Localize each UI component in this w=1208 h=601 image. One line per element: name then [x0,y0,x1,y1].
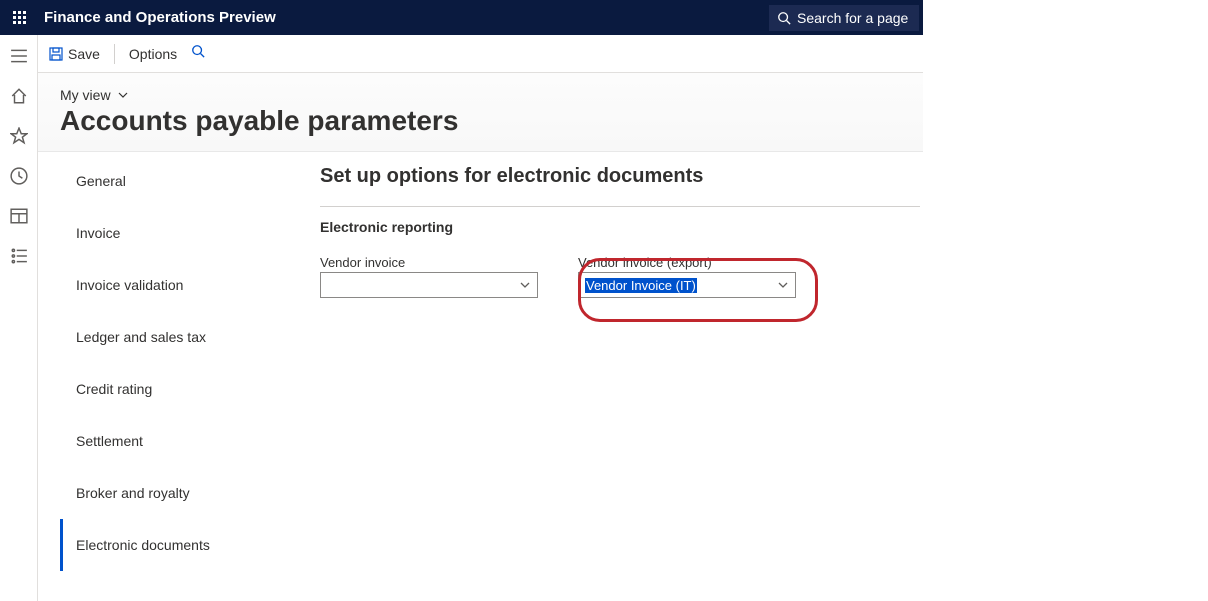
top-header: Finance and Operations Preview Search fo… [0,0,923,35]
subsection-title: Electronic reporting [320,219,920,235]
vendor-invoice-field: Vendor invoice [320,255,538,298]
action-search-button[interactable] [191,44,205,63]
left-rail [0,35,38,601]
section-divider [320,206,920,207]
search-icon [777,11,791,25]
nav-item-ledger-sales-tax[interactable]: Ledger and sales tax [60,311,310,363]
save-button[interactable]: Save [48,46,100,62]
menu-icon[interactable] [10,47,28,65]
section-title: Set up options for electronic documents [320,165,920,188]
vendor-invoice-label: Vendor invoice [320,255,538,270]
settings-nav: General Invoice Invoice validation Ledge… [60,155,310,571]
vendor-invoice-dropdown[interactable] [320,272,538,298]
my-view-label: My view [60,87,111,103]
nav-item-credit-rating[interactable]: Credit rating [60,363,310,415]
main-content: Set up options for electronic documents … [320,155,920,298]
search-icon [191,44,205,58]
field-row: Vendor invoice Vendor invoice (export) V… [320,255,920,298]
my-view-dropdown[interactable]: My view [60,87,923,103]
nav-item-invoice-validation[interactable]: Invoice validation [60,259,310,311]
search-placeholder: Search for a page [797,10,908,26]
chevron-down-icon [519,279,531,291]
nav-item-settlement[interactable]: Settlement [60,415,310,467]
nav-item-broker-royalty[interactable]: Broker and royalty [60,467,310,519]
vendor-invoice-export-field: Vendor invoice (export) Vendor Invoice (… [578,255,796,298]
home-icon[interactable] [10,87,28,105]
modules-icon[interactable] [10,247,28,265]
chevron-down-icon [777,279,789,291]
app-title: Finance and Operations Preview [44,9,276,26]
vendor-invoice-export-value: Vendor Invoice (IT) [585,278,697,293]
nav-item-electronic-documents[interactable]: Electronic documents [60,519,310,571]
waffle-icon [13,11,26,24]
nav-item-general[interactable]: General [60,155,310,207]
vendor-invoice-export-label: Vendor invoice (export) [578,255,796,270]
page-title: Accounts payable parameters [60,105,923,137]
action-divider [114,44,115,64]
workspace-icon[interactable] [10,207,28,225]
app-launcher-button[interactable] [0,0,38,35]
save-icon [48,46,64,62]
star-icon[interactable] [10,127,28,145]
save-label: Save [68,46,100,62]
chevron-down-icon [117,89,129,101]
vendor-invoice-export-dropdown[interactable]: Vendor Invoice (IT) [578,272,796,298]
options-button[interactable]: Options [129,46,177,62]
global-search-box[interactable]: Search for a page [769,5,919,31]
nav-item-invoice[interactable]: Invoice [60,207,310,259]
action-bar: Save Options [38,35,923,73]
page-header: My view Accounts payable parameters [38,73,923,152]
recent-icon[interactable] [10,167,28,185]
